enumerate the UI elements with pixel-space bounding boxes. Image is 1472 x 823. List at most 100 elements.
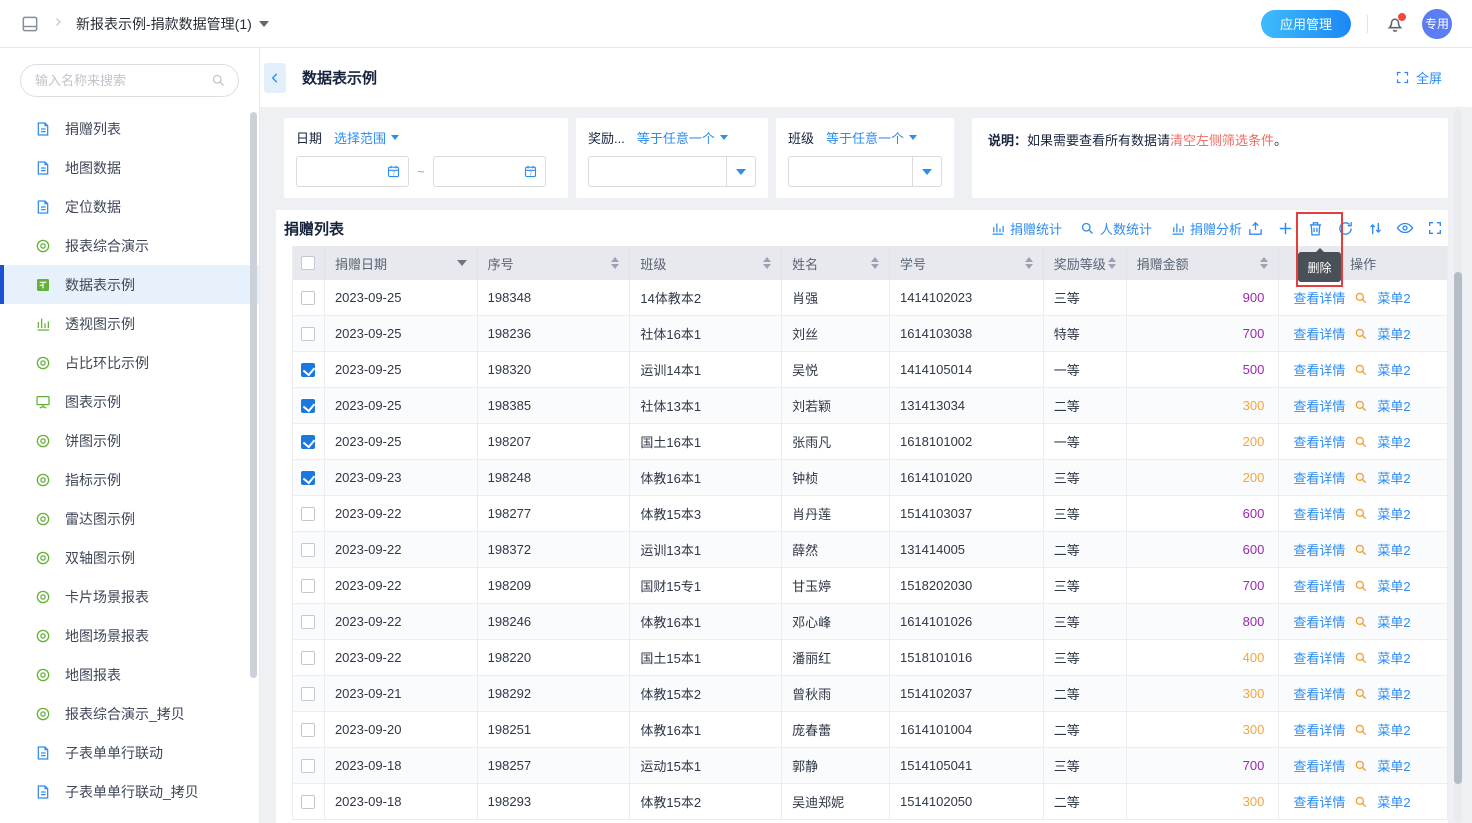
delete-icon[interactable] — [1306, 219, 1324, 237]
search-icon[interactable] — [1354, 471, 1368, 485]
view-detail-link[interactable]: 查看详情 — [1293, 720, 1345, 739]
row-checkbox[interactable] — [301, 507, 315, 521]
view-detail-link[interactable]: 查看详情 — [1293, 504, 1345, 523]
class-select[interactable] — [788, 156, 942, 187]
menu2-link[interactable]: 菜单2 — [1377, 360, 1410, 379]
calendar-icon[interactable]: 7 — [386, 164, 401, 179]
column-header[interactable]: 捐赠日期 — [325, 246, 478, 280]
search-input[interactable] — [35, 73, 211, 88]
sidebar-item[interactable]: 双轴图示例 — [0, 538, 259, 577]
table-action-button[interactable]: 捐赠统计 — [990, 219, 1062, 238]
search-icon[interactable] — [1354, 759, 1368, 773]
table-action-button[interactable]: 捐赠分析 — [1170, 219, 1242, 238]
column-header[interactable]: 捐赠金额 — [1127, 246, 1280, 280]
column-header[interactable]: 姓名 — [782, 246, 890, 280]
sort-icon[interactable] — [611, 257, 619, 269]
search-icon[interactable] — [1354, 291, 1368, 305]
clear-filters-link[interactable]: 清空左侧筛选条件 — [1170, 133, 1274, 148]
search-icon[interactable] — [1354, 543, 1368, 557]
menu2-link[interactable]: 菜单2 — [1377, 468, 1410, 487]
sidebar-item[interactable]: 地图场景报表 — [0, 616, 259, 655]
date-end-input[interactable] — [441, 165, 523, 179]
plus-icon[interactable] — [1276, 219, 1294, 237]
row-checkbox[interactable] — [301, 687, 315, 701]
sidebar-item[interactable]: 子表单单行联动 — [0, 733, 259, 772]
row-checkbox[interactable] — [301, 399, 315, 413]
search-icon[interactable] — [1354, 327, 1368, 341]
view-detail-link[interactable]: 查看详情 — [1293, 432, 1345, 451]
filter-operator-dropdown[interactable]: 选择范围 — [334, 128, 399, 147]
sidebar-item[interactable]: 卡片场景报表 — [0, 577, 259, 616]
sidebar-item[interactable]: 占比环比示例 — [0, 343, 259, 382]
sidebar-item[interactable]: 透视图示例 — [0, 304, 259, 343]
page-fullscreen-button[interactable]: 全屏 — [1395, 68, 1442, 87]
row-checkbox[interactable] — [301, 651, 315, 665]
sort-icon[interactable] — [1025, 257, 1033, 269]
back-button[interactable] — [264, 63, 286, 93]
sort-icon[interactable] — [1260, 257, 1268, 269]
column-header[interactable]: 序号 — [478, 246, 631, 280]
row-checkbox[interactable] — [301, 363, 315, 377]
menu2-link[interactable]: 菜单2 — [1377, 612, 1410, 631]
column-header[interactable]: 班级 — [630, 246, 782, 280]
sort-icon[interactable] — [763, 257, 771, 269]
search-icon[interactable] — [1354, 651, 1368, 665]
sidebar-item[interactable]: 饼图示例 — [0, 421, 259, 460]
menu2-link[interactable]: 菜单2 — [1377, 792, 1410, 811]
row-checkbox[interactable] — [301, 759, 315, 773]
search-icon[interactable] — [1354, 363, 1368, 377]
sidebar-item[interactable]: 地图数据 — [0, 148, 259, 187]
sidebar-item[interactable]: 雷达图示例 — [0, 499, 259, 538]
sidebar-item[interactable]: 地图报表 — [0, 655, 259, 694]
workspace-title[interactable]: 新报表示例-捐款数据管理(1) — [76, 14, 269, 34]
menu2-link[interactable]: 菜单2 — [1377, 432, 1410, 451]
search-icon[interactable] — [1354, 435, 1368, 449]
sidebar-item[interactable]: 捐赠列表 — [0, 109, 259, 148]
row-checkbox[interactable] — [301, 435, 315, 449]
sidebar-item[interactable]: 指标示例 — [0, 460, 259, 499]
search-icon[interactable] — [1354, 795, 1368, 809]
view-detail-link[interactable]: 查看详情 — [1293, 324, 1345, 343]
view-detail-link[interactable]: 查看详情 — [1293, 396, 1345, 415]
column-header[interactable]: 学号 — [890, 246, 1044, 280]
search-icon[interactable] — [211, 73, 226, 88]
export-icon[interactable] — [1246, 219, 1264, 237]
sidebar-search[interactable] — [20, 64, 239, 97]
search-icon[interactable] — [1354, 723, 1368, 737]
view-detail-link[interactable]: 查看详情 — [1293, 360, 1345, 379]
filter-operator-dropdown[interactable]: 等于任意一个 — [826, 128, 917, 147]
chevron-down-icon[interactable] — [259, 21, 269, 27]
view-detail-link[interactable]: 查看详情 — [1293, 288, 1345, 307]
table-action-button[interactable]: 人数统计 — [1080, 219, 1152, 238]
date-start-input[interactable] — [304, 165, 386, 179]
menu2-link[interactable]: 菜单2 — [1377, 324, 1410, 343]
row-checkbox[interactable] — [301, 615, 315, 629]
view-detail-link[interactable]: 查看详情 — [1293, 576, 1345, 595]
menu2-link[interactable]: 菜单2 — [1377, 504, 1410, 523]
view-detail-link[interactable]: 查看详情 — [1293, 612, 1345, 631]
sidebar-item[interactable]: 定位数据 — [0, 187, 259, 226]
eye-icon[interactable] — [1396, 219, 1414, 237]
sidebar-item[interactable]: 报表综合演示 — [0, 226, 259, 265]
view-detail-link[interactable]: 查看详情 — [1293, 756, 1345, 775]
fullscreen-icon[interactable] — [1426, 219, 1444, 237]
menu2-link[interactable]: 菜单2 — [1377, 684, 1410, 703]
sort-icon[interactable] — [871, 257, 879, 269]
column-header[interactable]: 奖励等级 — [1044, 246, 1127, 280]
row-checkbox[interactable] — [301, 291, 315, 305]
select-all-checkbox-cell[interactable] — [293, 246, 325, 280]
view-detail-link[interactable]: 查看详情 — [1293, 648, 1345, 667]
menu2-link[interactable]: 菜单2 — [1377, 720, 1410, 739]
view-detail-link[interactable]: 查看详情 — [1293, 684, 1345, 703]
app-manage-button[interactable]: 应用管理 — [1261, 10, 1351, 38]
reward-select[interactable] — [588, 156, 756, 187]
date-end-field[interactable]: 7 — [433, 156, 546, 187]
row-checkbox[interactable] — [301, 471, 315, 485]
sidebar-item[interactable]: 图表示例 — [0, 382, 259, 421]
view-detail-link[interactable]: 查看详情 — [1293, 540, 1345, 559]
calendar-icon[interactable]: 7 — [523, 164, 538, 179]
row-checkbox[interactable] — [301, 327, 315, 341]
refresh-icon[interactable] — [1336, 219, 1354, 237]
menu2-link[interactable]: 菜单2 — [1377, 648, 1410, 667]
select-all-checkbox[interactable] — [301, 256, 315, 270]
